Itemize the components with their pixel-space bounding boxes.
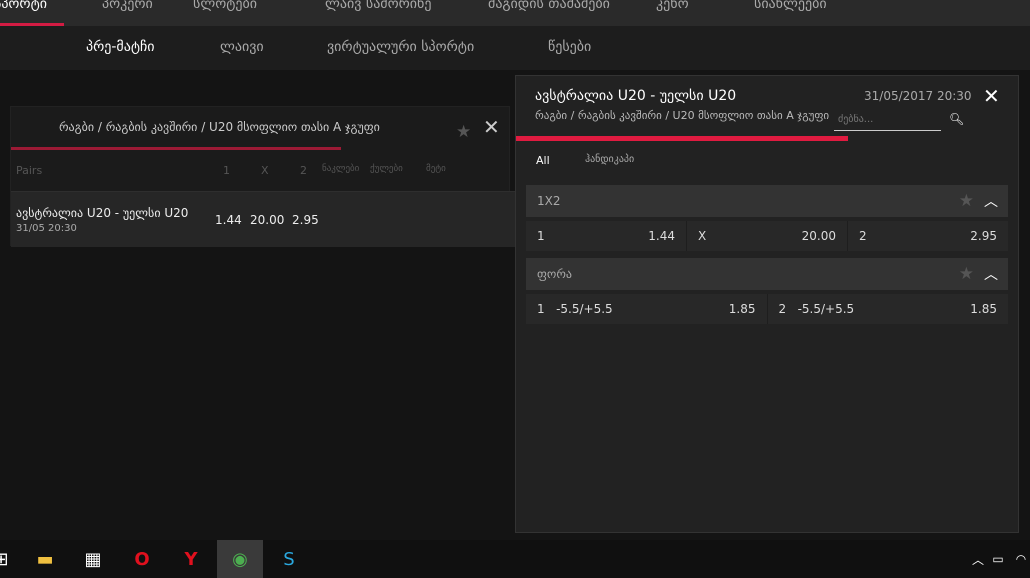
top-nav: სპორტი პოკერი სლოტები ლაივ სამორინე მაგი…: [0, 0, 1030, 26]
star-icon[interactable]: ★: [959, 264, 974, 284]
market-name: ფორა: [537, 267, 572, 281]
chrome-icon[interactable]: ◉: [217, 540, 263, 578]
tab-all[interactable]: All: [536, 154, 550, 167]
event-title: ავსტრალია U20 - უელსი U20: [535, 88, 737, 104]
subnav-live[interactable]: ლაივი: [220, 39, 264, 55]
subnav-virtual[interactable]: ვირტუალური სპორტი: [327, 39, 474, 55]
nav-table-games[interactable]: მაგიდის თამაშები: [488, 0, 610, 12]
close-icon[interactable]: ✕: [483, 115, 500, 139]
chevron-up-icon[interactable]: ︿: [984, 191, 998, 211]
start-icon[interactable]: ⊞: [0, 540, 24, 578]
header-1: 1: [223, 164, 230, 177]
breadcrumb: რაგბი / რაგბის კავშირი / U20 მსოფლიო თას…: [535, 109, 830, 122]
market-header-handicap[interactable]: ფორა ★ ︿: [526, 258, 1008, 290]
nav-sports[interactable]: სპორტი: [0, 0, 47, 12]
odd-x[interactable]: 20.00: [250, 213, 284, 227]
outcome-label: X: [698, 229, 707, 243]
table-row[interactable]: ავსტრალია U20 - უელსი U20 31/05 20:30 1.…: [11, 191, 519, 247]
yandex-icon[interactable]: Y: [168, 540, 214, 578]
star-icon[interactable]: ★: [959, 191, 974, 211]
header-x: X: [261, 164, 269, 177]
event-datetime: 31/05/2017 20:30: [864, 89, 972, 103]
search-icon[interactable]: 🔍︎: [949, 112, 964, 126]
nav-poker[interactable]: პოკერი: [102, 0, 153, 12]
outcome-label: 1 -5.5/+5.5: [537, 302, 613, 316]
main-area: რაგბი / რაგბის კავშირი / U20 მსოფლიო თას…: [0, 70, 1030, 540]
outcome-1[interactable]: 1 1.44: [526, 221, 687, 251]
outcome-2[interactable]: 2 -5.5/+5.5 1.85: [768, 294, 1009, 324]
chevron-up-icon[interactable]: ︿: [984, 264, 998, 284]
close-icon[interactable]: ✕: [983, 84, 1000, 108]
header-points: ქულები: [370, 164, 403, 174]
outcome-x[interactable]: X 20.00: [687, 221, 848, 251]
store-icon[interactable]: ▦: [70, 540, 116, 578]
outcome-odd: 1.44: [648, 229, 675, 243]
odd-2[interactable]: 2.95: [292, 213, 319, 227]
nav-slots[interactable]: სლოტები: [193, 0, 257, 12]
outcome-2[interactable]: 2 2.95: [848, 221, 1008, 251]
outcome-odd: 20.00: [801, 229, 836, 243]
tab-handicap[interactable]: ჰანდიკაპი: [585, 154, 634, 165]
star-icon[interactable]: ★: [456, 122, 471, 142]
market-header-1x2[interactable]: 1X2 ★ ︿: [526, 185, 1008, 217]
nav-news[interactable]: სიახლეები: [754, 0, 827, 12]
match-date: 31/05 20:30: [16, 223, 77, 234]
outcome-odd: 1.85: [728, 302, 756, 316]
sub-nav: პრე-მატჩი ლაივი ვირტუალური სპორტი წესები: [0, 26, 1030, 70]
nav-keno[interactable]: კენო: [656, 0, 689, 12]
header-under: ნაკლები: [322, 164, 360, 174]
outcome-odd: 1.85: [970, 302, 997, 316]
outcome-label: 2 -5.5/+5.5: [778, 302, 855, 316]
odd-1[interactable]: 1.44: [215, 213, 242, 227]
outcome-1[interactable]: 1 -5.5/+5.5 1.85: [526, 294, 768, 324]
match-name[interactable]: ავსტრალია U20 - უელსი U20: [16, 206, 188, 220]
breadcrumb: რაგბი / რაგბის კავშირი / U20 მსოფლიო თას…: [59, 120, 380, 134]
outcome-label: 1: [537, 229, 545, 243]
file-explorer-icon[interactable]: ▬: [22, 540, 68, 578]
subnav-prematch[interactable]: პრე-მატჩი: [86, 39, 155, 55]
outcome-label: 2: [859, 229, 867, 243]
event-list-panel: რაგბი / რაგბის კავშირი / U20 მსოფლიო თას…: [10, 106, 519, 247]
event-detail-panel: ავსტრალია U20 - უელსი U20 31/05/2017 20:…: [515, 75, 1019, 533]
search-input[interactable]: [834, 109, 941, 131]
wifi-icon[interactable]: ◠: [998, 540, 1030, 578]
skype-icon[interactable]: S: [266, 540, 312, 578]
header-over: მეტი: [426, 164, 446, 174]
accent-bar: [516, 136, 848, 141]
market-outcomes-handicap: 1 -5.5/+5.5 1.85 2 -5.5/+5.5 1.85: [526, 294, 1008, 324]
opera-icon[interactable]: O: [119, 540, 165, 578]
taskbar: ⊞ ▬ ▦ O Y ◉ S ︿ ▭ ◠: [0, 540, 1030, 578]
market-outcomes-1x2: 1 1.44 X 20.00 2 2.95: [526, 221, 1008, 251]
header-2: 2: [300, 164, 307, 177]
outcome-odd: 2.95: [970, 229, 997, 243]
accent-bar: [11, 147, 341, 150]
subnav-rules[interactable]: წესები: [548, 39, 591, 55]
market-name: 1X2: [537, 194, 561, 208]
header-pairs: Pairs: [16, 164, 43, 177]
nav-live-casino[interactable]: ლაივ სამორინე: [325, 0, 431, 12]
